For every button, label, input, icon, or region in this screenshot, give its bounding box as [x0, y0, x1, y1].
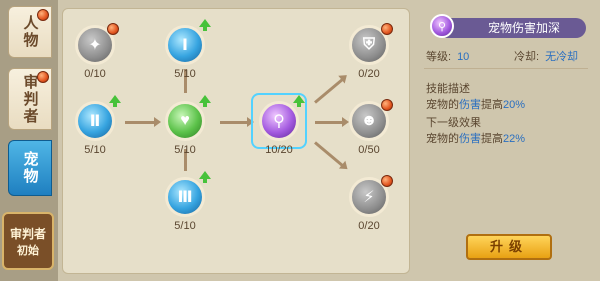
next-level-title: 下一级效果 [426, 117, 481, 129]
skill-node-level: 0/20 [358, 68, 380, 80]
tab-pet[interactable]: 宠物 [8, 140, 52, 196]
tab-judge-label: 审判者 [21, 73, 39, 125]
tab-character[interactable]: 人物 [8, 6, 52, 58]
cooldown-row: 冷却: 无冷却 [514, 48, 578, 64]
desc-highlight: 伤害 [459, 133, 481, 145]
tab-strip: 人物 审判者 宠物 审判者 初始 [0, 0, 58, 281]
skill-node-tier2[interactable]: Ⅱ 5/10 [75, 95, 121, 156]
next-level-text: 宠物的伤害提高22% [426, 130, 525, 146]
skill-info-panel: 宠物伤害加深 ⚲ 等级: 10 冷却: 无冷却 技能描述 宠物的伤害提高20% 下一… [418, 8, 594, 274]
skill-node-locked-lightning[interactable]: ⚡ 0/20 [349, 175, 393, 232]
desc-text: 提高 [481, 133, 503, 145]
connector-arrow [125, 117, 161, 127]
skill-description-text: 宠物的伤害提高20% [426, 96, 525, 112]
desc-value: 20% [503, 99, 526, 111]
level-label: 等级: [426, 51, 452, 63]
level-row: 等级: 10 [426, 48, 469, 64]
skill-node-locked-creature[interactable]: ☻ 0/50 [349, 99, 393, 156]
connector-arrow [220, 117, 254, 127]
skill-tree-panel: ✦ 0/10 Ⅰ 5/10 Ⅱ 5/10 ♥ 5/10 Ⅲ 5/10 ⚲ 10/… [62, 8, 410, 274]
skill-description-title: 技能描述 [426, 83, 470, 95]
divider [424, 68, 588, 69]
tab-judge[interactable]: 审判者 [8, 68, 52, 130]
skill-node-heart[interactable]: ♥ 5/10 [165, 95, 211, 156]
judge-initial-button[interactable]: 审判者 初始 [2, 212, 54, 270]
skill-node-tier3[interactable]: Ⅲ 5/10 [165, 171, 211, 232]
notification-dot [381, 99, 393, 111]
skill-node-level: 0/10 [84, 68, 106, 80]
skill-node-pet-damage-selected[interactable]: ⚲ 10/20 [251, 93, 307, 156]
notification-dot [107, 23, 119, 35]
upgrade-available-icon [199, 95, 211, 107]
desc-value: 22% [503, 133, 526, 145]
notification-dot [37, 71, 49, 83]
upgrade-available-icon [199, 171, 211, 183]
skill-node-level: 0/20 [358, 220, 380, 232]
connector-arrow [314, 78, 344, 104]
judge-initial-line2: 初始 [17, 244, 39, 257]
skill-node-icon: Ⅱ [75, 101, 115, 141]
skill-node-level: 5/10 [174, 68, 196, 80]
pet-damage-icon: ⚲ [259, 101, 299, 141]
upgrade-available-icon [293, 95, 305, 107]
tab-pet-label: 宠物 [21, 151, 39, 185]
pet-damage-icon: ⚲ [430, 14, 454, 38]
desc-highlight: 伤害 [459, 99, 481, 111]
connector-arrow [315, 117, 349, 127]
skill-node-level: 5/10 [174, 144, 196, 156]
desc-text: 提高 [481, 99, 503, 111]
cooldown-value: 无冷却 [545, 51, 579, 63]
upgrade-button[interactable]: 升级 [466, 234, 552, 260]
skill-node-locked-1[interactable]: ✦ 0/10 [75, 23, 119, 80]
cooldown-label: 冷却: [514, 51, 540, 63]
heart-icon: ♥ [165, 101, 205, 141]
skill-node-level: 10/20 [265, 144, 293, 156]
skill-title: 宠物伤害加深 [438, 18, 586, 38]
notification-dot [37, 9, 49, 21]
notification-dot [381, 23, 393, 35]
tab-character-label: 人物 [21, 15, 39, 49]
skill-node-icon: Ⅲ [165, 177, 205, 217]
notification-dot [381, 175, 393, 187]
upgrade-available-icon [109, 95, 121, 107]
skill-node-level: 0/50 [358, 144, 380, 156]
skill-node-icon: Ⅰ [165, 25, 205, 65]
desc-text: 宠物的 [426, 99, 459, 111]
level-value: 10 [457, 51, 470, 63]
skill-node-level: 5/10 [84, 144, 106, 156]
judge-initial-line1: 审判者 [9, 226, 46, 241]
skill-node-tier1[interactable]: Ⅰ 5/10 [165, 19, 211, 80]
skill-node-level: 5/10 [174, 220, 196, 232]
desc-text: 宠物的 [426, 133, 459, 145]
upgrade-available-icon [199, 19, 211, 31]
skill-node-locked-shield[interactable]: ⛨ 0/20 [349, 23, 393, 80]
